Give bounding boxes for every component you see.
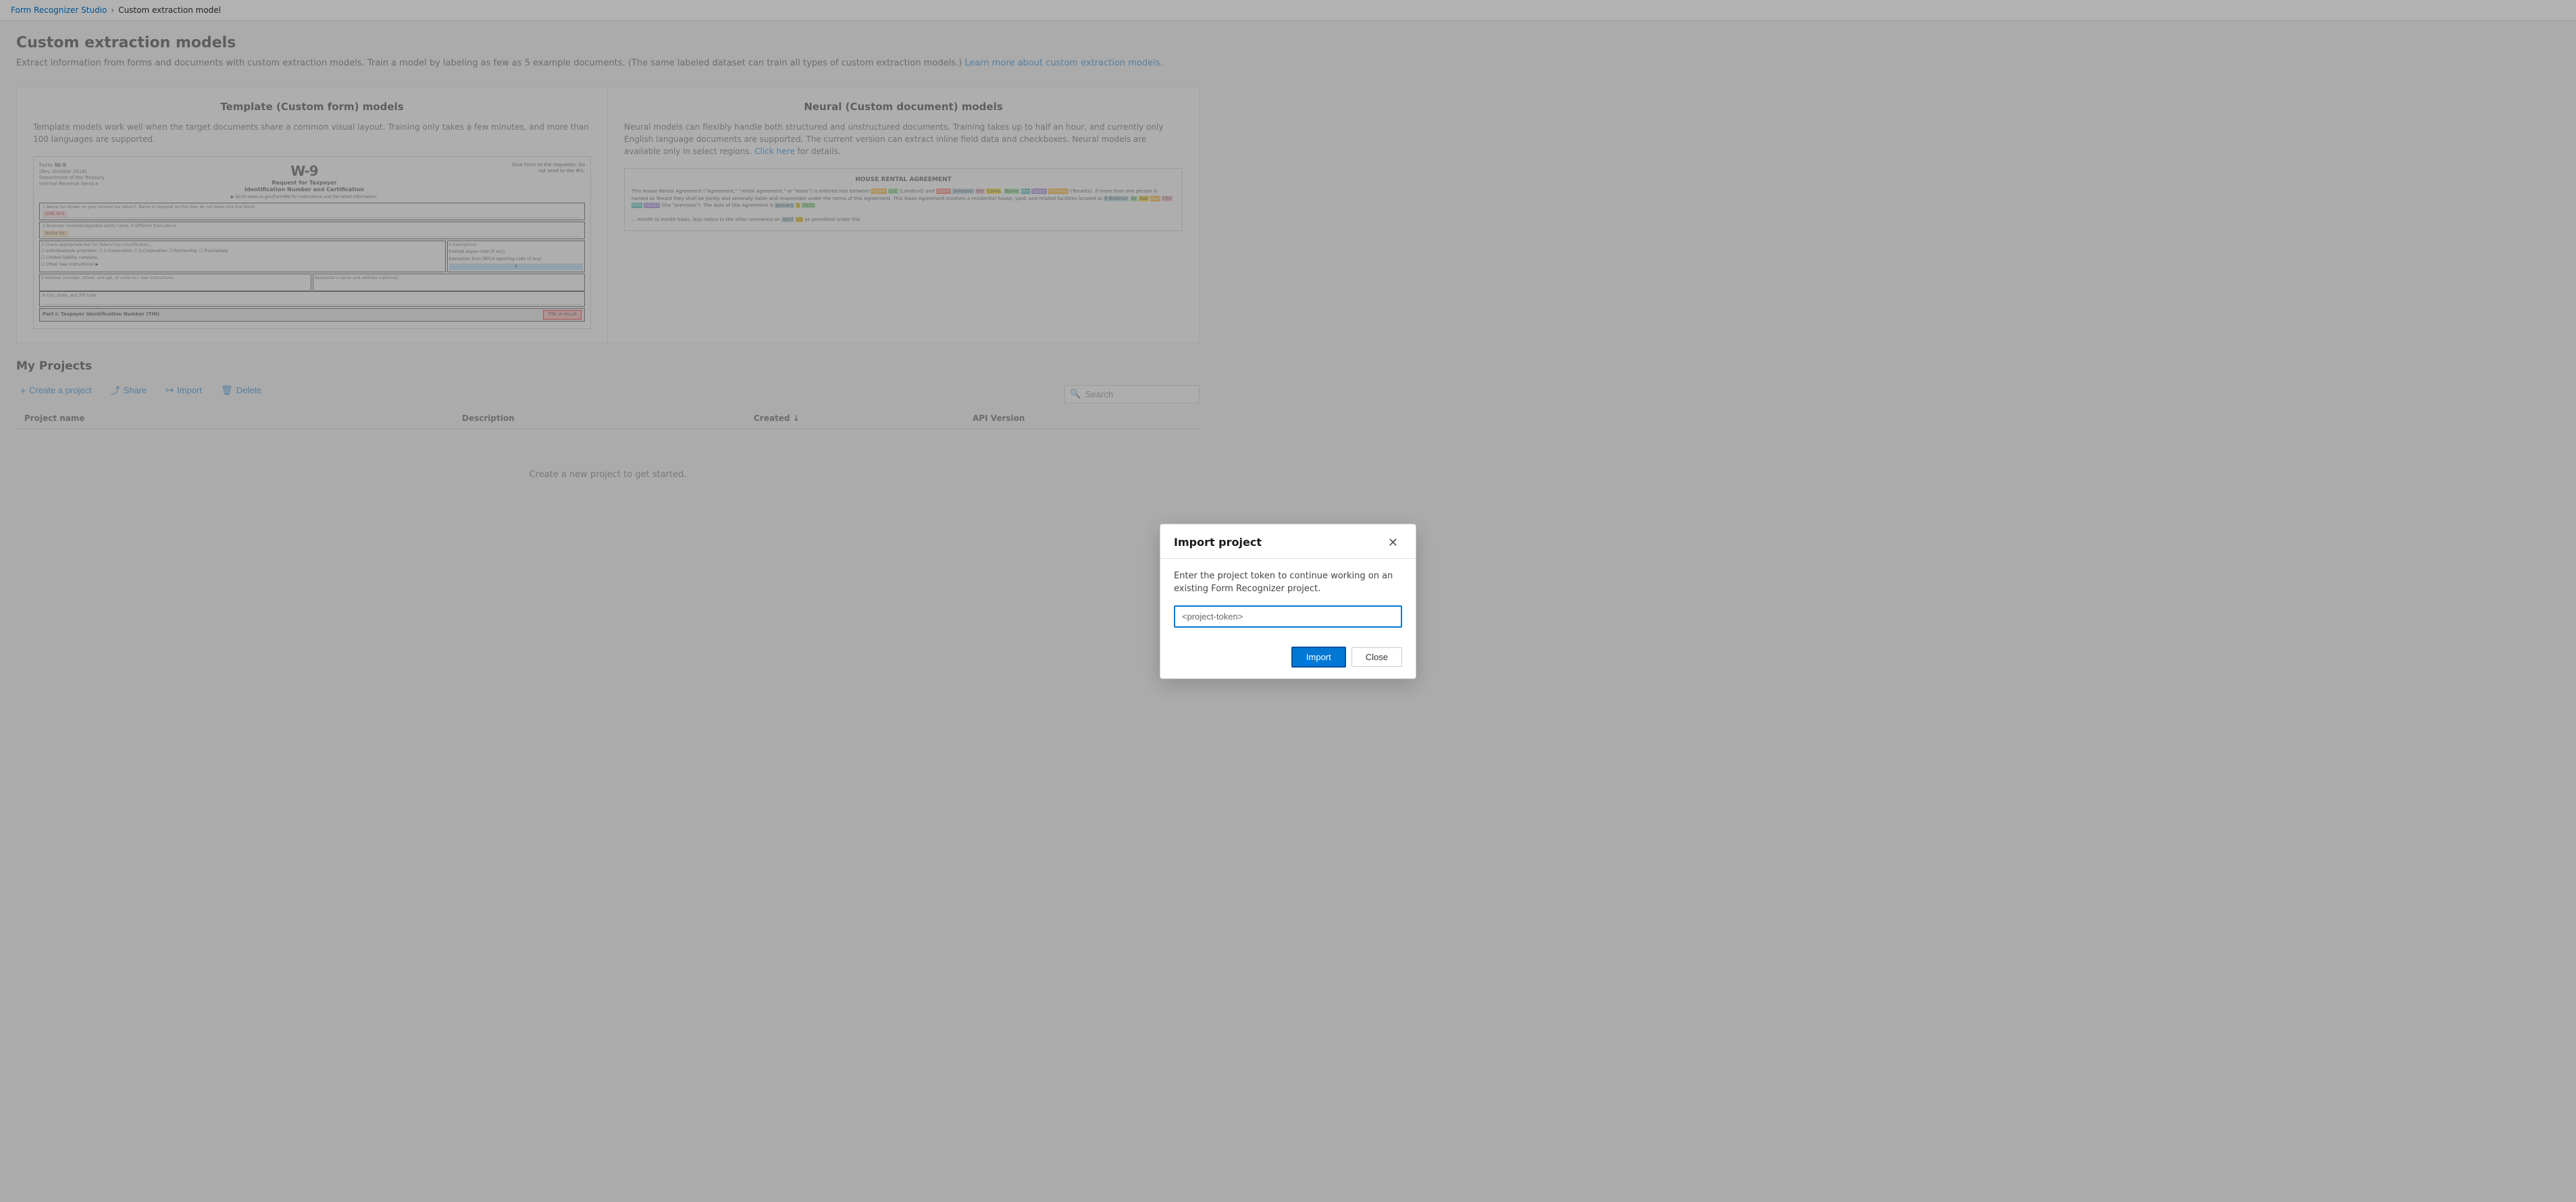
- dialog-header: Import project ✕: [1160, 524, 1416, 559]
- project-token-input[interactable]: [1174, 605, 1402, 628]
- close-button[interactable]: Close: [1351, 647, 1402, 667]
- dialog-close-button[interactable]: ✕: [1384, 535, 1402, 550]
- dialog-overlay: Import project ✕ Enter the project token…: [0, 0, 2576, 1202]
- dialog-title: Import project: [1174, 536, 1262, 549]
- dialog-body: Enter the project token to continue work…: [1160, 559, 1416, 638]
- dialog-description: Enter the project token to continue work…: [1174, 570, 1402, 596]
- dialog-footer: Import Close: [1160, 638, 1416, 678]
- import-confirm-button[interactable]: Import: [1291, 647, 1346, 668]
- import-dialog: Import project ✕ Enter the project token…: [1160, 524, 1416, 679]
